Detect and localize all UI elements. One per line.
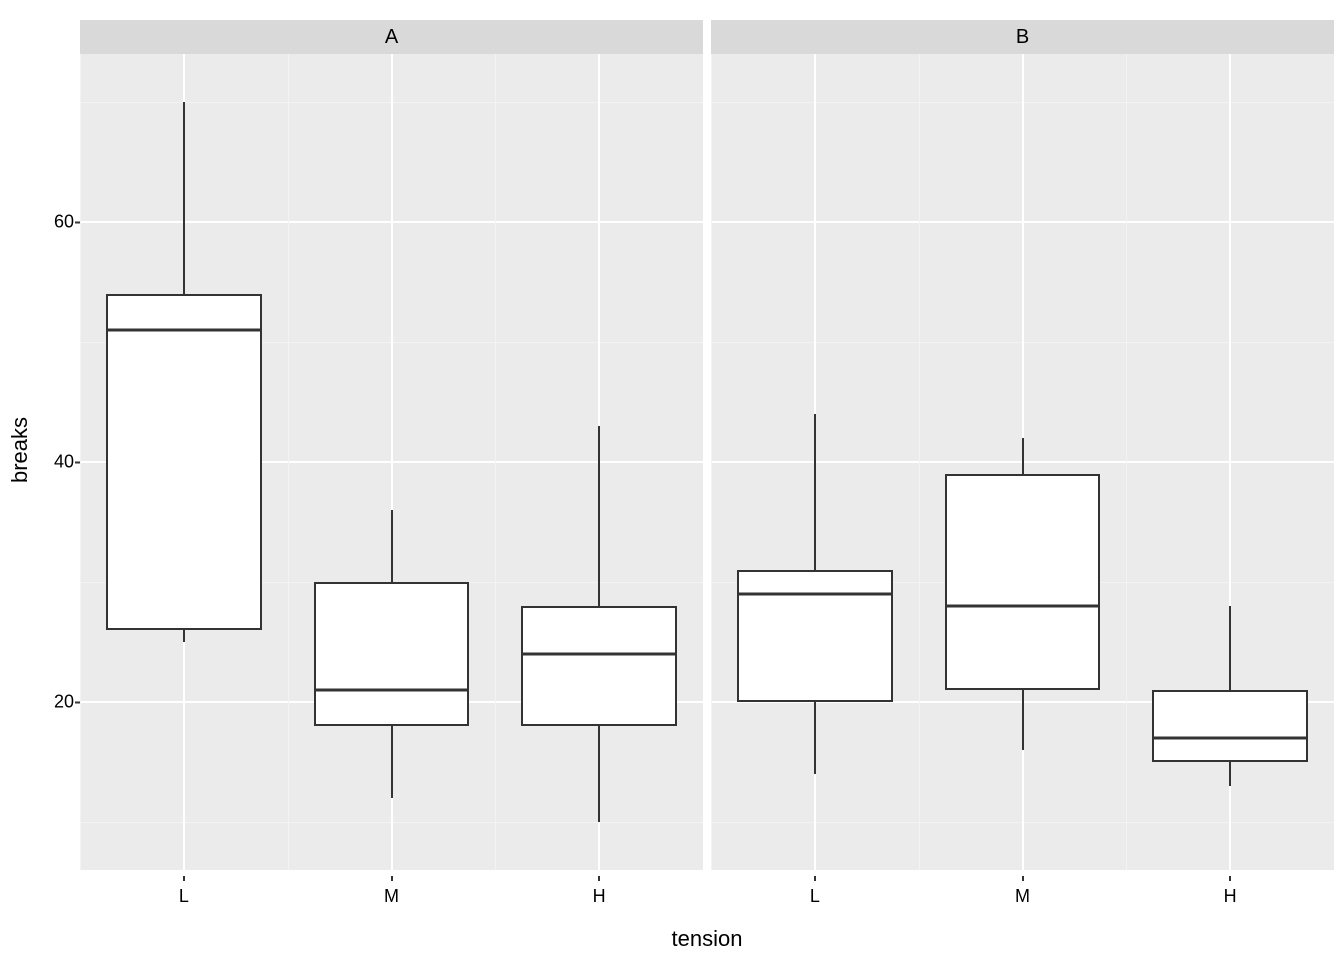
- y-axis-label: breaks: [10, 0, 30, 900]
- y-tick: 60: [40, 212, 74, 233]
- box: [1152, 690, 1308, 762]
- facet-strip: A: [80, 20, 703, 54]
- x-ticks-panel: LMH: [80, 876, 703, 910]
- whisker-lower: [1022, 690, 1024, 750]
- x-tick: H: [1224, 886, 1237, 907]
- whisker-lower: [814, 702, 816, 774]
- y-tick: 40: [40, 452, 74, 473]
- whisker-upper: [1022, 438, 1024, 474]
- median-line: [521, 653, 677, 656]
- box: [945, 474, 1101, 690]
- median-line: [1152, 737, 1308, 740]
- plot-area: [80, 54, 703, 870]
- facet-B: B: [711, 20, 1334, 870]
- facet-panels: AB: [80, 20, 1334, 870]
- x-tick: H: [593, 886, 606, 907]
- whisker-upper: [391, 510, 393, 582]
- whisker-upper: [183, 102, 185, 294]
- x-ticks-panel: LMH: [711, 876, 1334, 910]
- facet-A: A: [80, 20, 703, 870]
- plot-area: [711, 54, 1334, 870]
- y-tick: 20: [40, 692, 74, 713]
- whisker-upper: [1229, 606, 1231, 690]
- x-axis-ticks: LMHLMH: [80, 876, 1334, 910]
- box: [314, 582, 470, 726]
- x-tick: M: [384, 886, 399, 907]
- x-tick: L: [179, 886, 189, 907]
- median-line: [106, 329, 262, 332]
- y-axis-ticks: 20 40 60: [40, 20, 74, 870]
- box: [737, 570, 893, 702]
- whisker-lower: [598, 726, 600, 822]
- boxplot-figure: breaks 20 40 60 AB L M H L M H tension: [0, 0, 1344, 960]
- whisker-lower: [1229, 762, 1231, 786]
- median-line: [945, 605, 1101, 608]
- box: [521, 606, 677, 726]
- whisker-upper: [814, 414, 816, 570]
- box: [106, 294, 262, 630]
- whisker-lower: [391, 726, 393, 798]
- median-line: [737, 592, 893, 595]
- x-axis-label: tension: [80, 926, 1334, 952]
- median-line: [314, 689, 470, 692]
- facet-strip: B: [711, 20, 1334, 54]
- x-tick: L: [810, 886, 820, 907]
- whisker-upper: [598, 426, 600, 606]
- whisker-lower: [183, 630, 185, 642]
- x-tick: M: [1015, 886, 1030, 907]
